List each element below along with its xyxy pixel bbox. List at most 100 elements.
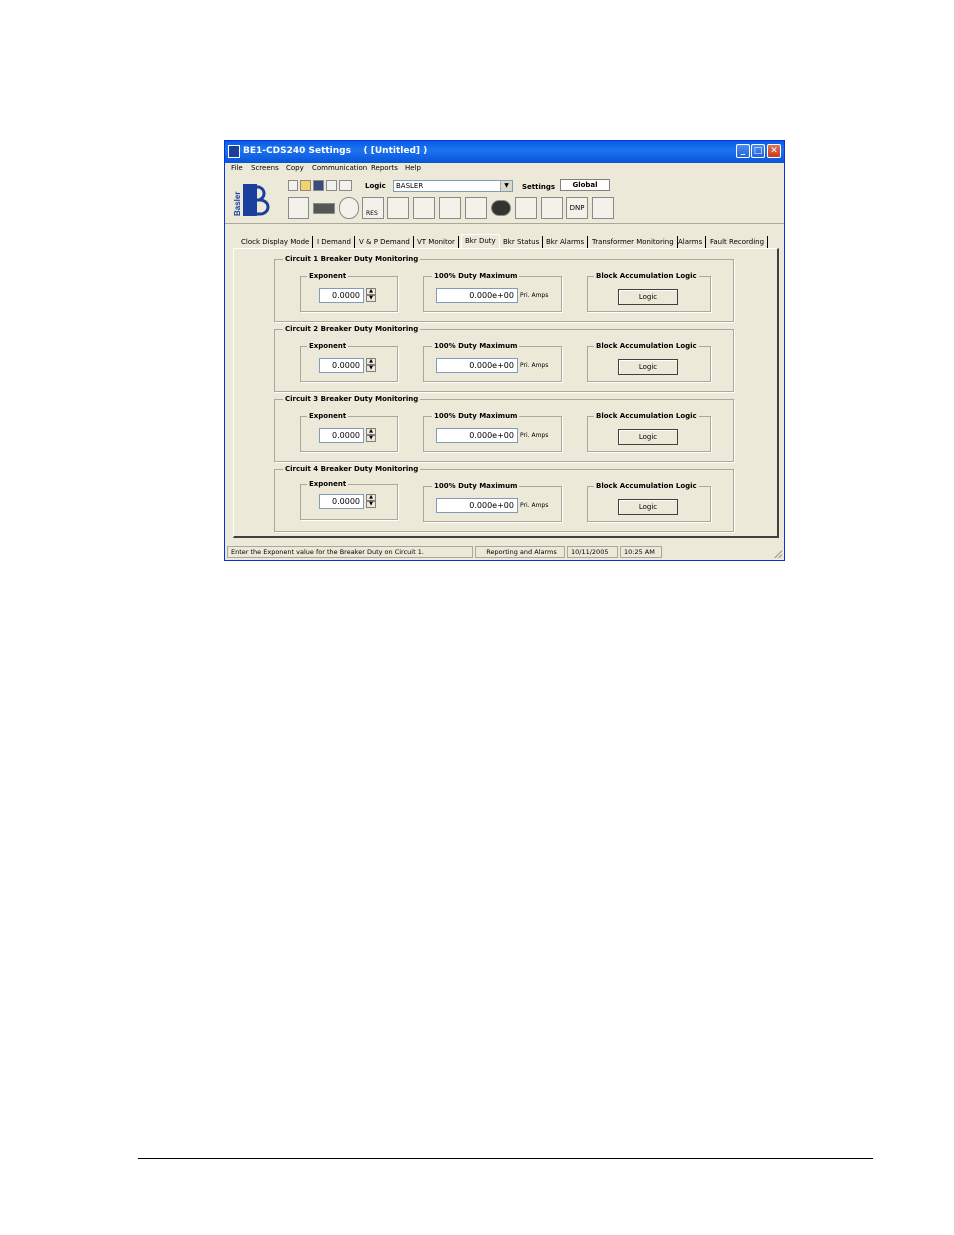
save-icon[interactable] [313,180,324,191]
page-footer-rule [138,1158,873,1159]
menu-screens[interactable]: Screens [251,164,279,172]
spin-up-icon[interactable]: ▲ [366,428,376,435]
exponent-group: Exponent 0.0000 ▲ ▼ [300,342,398,382]
spin-down-icon[interactable]: ▼ [366,435,376,442]
breaker-icon[interactable] [491,200,511,216]
block-logic-label: Block Accumulation Logic [594,412,699,420]
current-waveform-icon[interactable] [387,197,409,219]
phase-rotation-icon[interactable] [339,197,359,219]
tab-alarms[interactable]: Alarms [678,236,707,248]
status-mode: Reporting and Alarms [475,546,565,558]
duty-max-input[interactable]: 0.000e+00 [436,358,518,373]
title-bar[interactable]: BE1-CDS240 Settings ( [Untitled] ) _ □ ✕ [225,141,784,163]
menu-communication[interactable]: Communication [312,164,367,172]
units-label: Pri. Amps [520,502,549,509]
spin-up-icon[interactable]: ▲ [366,288,376,295]
logic-select-value: BASLER [396,182,424,190]
spin-up-icon[interactable]: ▲ [366,358,376,365]
timer-block-icon[interactable] [465,197,487,219]
exponent-label: Exponent [307,272,349,280]
tab-bkr-duty[interactable]: Bkr Duty [461,234,500,249]
dnp-label: DNP [569,204,585,212]
duty-max-input[interactable]: 0.000e+00 [436,288,518,303]
tab-bkr-status[interactable]: Bkr Status [503,236,544,248]
menu-reports[interactable]: Reports [371,164,398,172]
tab-transformer-monitoring[interactable]: Transformer Monitoring [592,236,678,248]
tab-v-p-demand[interactable]: V & P Demand [359,236,414,248]
output-logic-icon[interactable] [592,197,614,219]
circuit-title: Circuit 3 Breaker Duty Monitoring [283,395,421,403]
exponent-spinner[interactable]: ▲ ▼ [366,428,376,443]
spin-down-icon[interactable]: ▼ [366,295,376,302]
tab-clock-display-mode[interactable]: Clock Display Mode [241,236,314,248]
circuit-title: Circuit 4 Breaker Duty Monitoring [283,465,421,473]
resize-grip-icon[interactable] [774,550,782,558]
block-logic-label: Block Accumulation Logic [594,342,699,350]
duty-max-input[interactable]: 0.000e+00 [436,428,518,443]
duty-max-label: 100% Duty Maximum [432,482,520,490]
exponent-spinner[interactable]: ▲ ▼ [366,288,376,303]
dnp-icon[interactable]: DNP [566,197,588,219]
bkr-duty-panel: Circuit 1 Breaker Duty Monitoring Expone… [233,248,779,538]
settings-group-value: Global [560,179,610,191]
menu-copy[interactable]: Copy [286,164,304,172]
basler-logo: Basler [233,184,270,216]
app-icon[interactable] [228,145,240,158]
duty-max-group: 100% Duty Maximum 0.000e+00 Pri. Amps [423,272,562,312]
spin-up-icon[interactable]: ▲ [366,494,376,501]
logic-select[interactable]: BASLER ▼ [393,180,513,192]
duty-max-group: 100% Duty Maximum 0.000e+00 Pri. Amps [423,342,562,382]
duty-max-input[interactable]: 0.000e+00 [436,498,518,513]
block-logic-group: Block Accumulation Logic Logic [587,272,711,312]
logic-block-icon[interactable] [439,197,461,219]
exponent-group: Exponent 0.0000 ▲ ▼ [300,480,398,520]
close-button[interactable]: ✕ [767,144,781,158]
transformer-icon[interactable] [541,197,563,219]
duty-max-label: 100% Duty Maximum [432,412,520,420]
logic-button[interactable]: Logic [618,289,678,305]
status-bar: Enter the Exponent value for the Breaker… [225,545,784,560]
switch-icon[interactable] [515,197,537,219]
maximize-button[interactable]: □ [751,144,765,158]
exponent-input[interactable]: 0.0000 [319,494,364,509]
tab-vt-monitor[interactable]: VT Monitor [417,236,459,248]
exponent-input[interactable]: 0.0000 [319,358,364,373]
relay-grid-icon[interactable] [288,197,309,219]
logo-text: Basler [233,192,242,216]
relay-case-icon[interactable] [313,203,335,214]
block-logic-group: Block Accumulation Logic Logic [587,412,711,452]
print-icon[interactable] [326,180,337,191]
open-folder-icon[interactable] [300,180,311,191]
exponent-spinner[interactable]: ▲ ▼ [366,494,376,509]
voltage-waveform-icon[interactable] [413,197,435,219]
status-time: 10:25 AM [620,546,662,558]
exponent-input[interactable]: 0.0000 [319,288,364,303]
tab-bkr-alarms[interactable]: Bkr Alarms [546,236,589,248]
print-preview-icon[interactable] [339,180,352,191]
circuit-title: Circuit 2 Breaker Duty Monitoring [283,325,421,333]
menu-help[interactable]: Help [405,164,421,172]
logic-button[interactable]: Logic [618,429,678,445]
circuit-3-group: Circuit 3 Breaker Duty Monitoring Expone… [274,395,734,462]
exponent-spinner[interactable]: ▲ ▼ [366,358,376,373]
logic-button[interactable]: Logic [618,499,678,515]
logic-button[interactable]: Logic [618,359,678,375]
chevron-down-icon[interactable]: ▼ [500,181,512,191]
duty-max-label: 100% Duty Maximum [432,342,520,350]
logic-label: Logic [365,182,386,190]
duty-max-group: 100% Duty Maximum 0.000e+00 Pri. Amps [423,412,562,452]
units-label: Pri. Amps [520,432,549,439]
status-date: 10/11/2005 [567,546,618,558]
exponent-input[interactable]: 0.0000 [319,428,364,443]
block-logic-group: Block Accumulation Logic Logic [587,342,711,382]
spin-down-icon[interactable]: ▼ [366,365,376,372]
tab-fault-recording[interactable]: Fault Recording [710,236,769,248]
minimize-button[interactable]: _ [736,144,750,158]
restraint-icon[interactable]: RES [362,197,384,219]
tab-i-demand[interactable]: I Demand [317,236,355,248]
exponent-label: Exponent [307,412,349,420]
units-label: Pri. Amps [520,292,549,299]
spin-down-icon[interactable]: ▼ [366,501,376,508]
menu-file[interactable]: File [231,164,243,172]
new-file-icon[interactable] [288,180,298,191]
